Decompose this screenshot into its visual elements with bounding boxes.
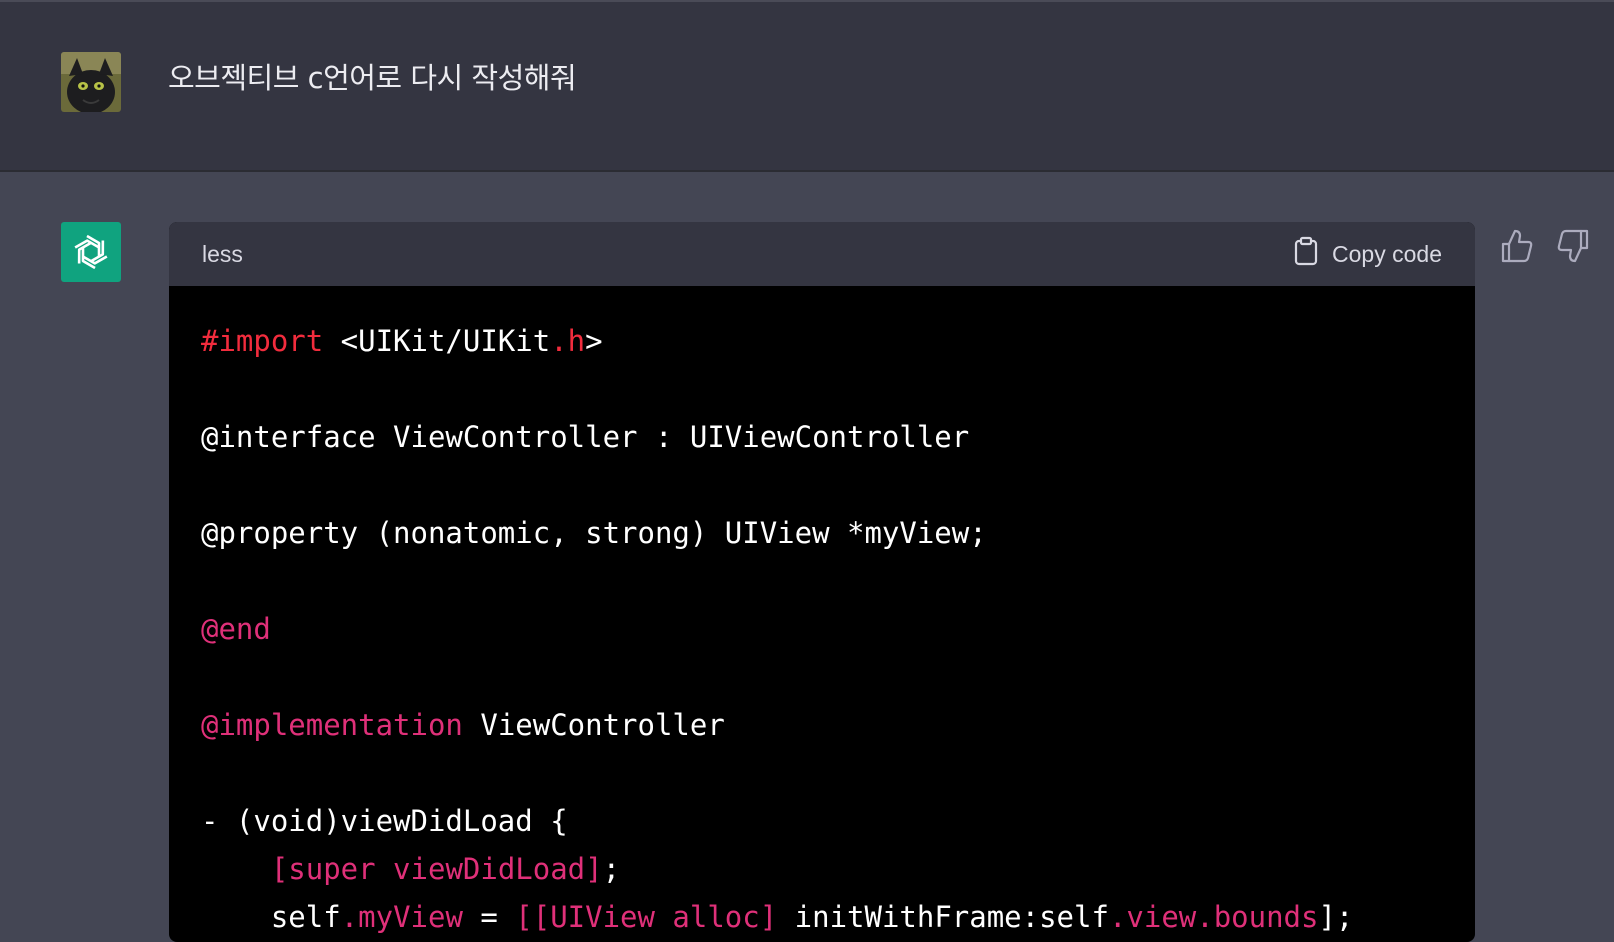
code-token: .view.bounds (1108, 900, 1319, 934)
user-message-row: 오브젝티브 c언어로 다시 작성해줘 (0, 0, 1614, 172)
code-line: @interface ViewController : UIViewContro… (201, 413, 1443, 461)
code-token: @implementation (201, 708, 463, 742)
copy-code-label: Copy code (1332, 240, 1442, 267)
code-content: #import <UIKit/UIKit.h> @interface ViewC… (169, 286, 1475, 942)
user-message-text: 오브젝티브 c언어로 다시 작성해줘 (168, 61, 577, 95)
code-token: #import (201, 324, 324, 358)
code-block: less Copy code #import <UIKit/UIKit.h> @… (169, 222, 1475, 942)
copy-code-button[interactable]: Copy code (1294, 236, 1442, 272)
code-block-header: less Copy code (169, 222, 1475, 286)
code-token: [super viewDidLoad] (270, 852, 603, 886)
code-token: @interface ViewController : UIViewContro… (201, 420, 970, 454)
code-token: @end (201, 612, 271, 646)
code-token: @property (nonatomic, strong) UIView *my… (201, 516, 987, 550)
code-line: @end (201, 605, 1443, 653)
code-line: - (void)viewDidLoad { (201, 797, 1443, 845)
thumbs-down-icon[interactable] (1556, 228, 1590, 264)
code-token: <UIKit/UIKit (323, 324, 551, 358)
code-token: ; (602, 852, 621, 886)
code-token: self (201, 900, 341, 934)
thumbs-up-icon[interactable] (1500, 228, 1534, 264)
code-token: - (void)viewDidLoad { (201, 804, 568, 838)
code-token: > (585, 324, 603, 358)
code-token: ViewController (462, 708, 725, 742)
code-token: = (462, 900, 516, 934)
code-line: self.myView = [[UIView alloc] initWithFr… (201, 893, 1443, 941)
code-line: [super viewDidLoad]; (201, 845, 1443, 893)
code-token: ]; (1318, 900, 1354, 934)
code-token: [[UIView alloc] (515, 900, 778, 934)
code-token: .myView (340, 900, 463, 934)
openai-logo-icon (61, 222, 121, 282)
code-language-label: less (202, 240, 243, 267)
code-line: @property (nonatomic, strong) UIView *my… (201, 509, 1443, 557)
code-token: initWithFrame:self (777, 900, 1109, 934)
code-token: .h (550, 324, 586, 358)
code-line: #import <UIKit/UIKit.h> (201, 317, 1443, 365)
clipboard-icon (1294, 236, 1318, 272)
code-line: @implementation ViewController (201, 701, 1443, 749)
user-avatar (61, 52, 121, 112)
feedback-buttons (1500, 228, 1590, 264)
